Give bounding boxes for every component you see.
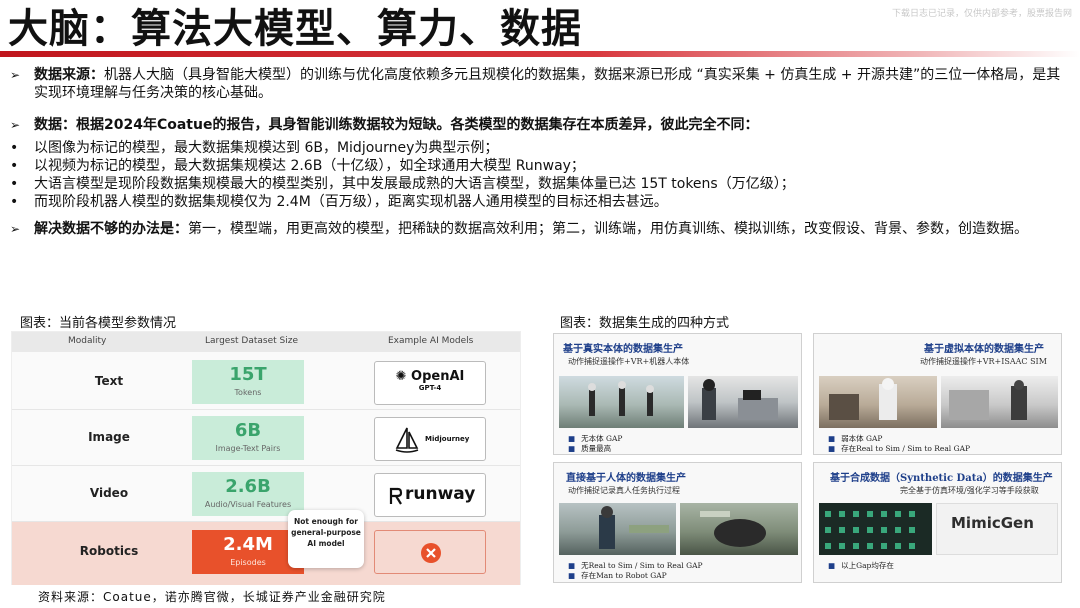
- paragraph-solution: ➢ 解决数据不够的办法是：第一，模型端，用更高效的模型，把稀缺的数据高效利用；第…: [8, 220, 1072, 238]
- robot-teleop-photo: [559, 376, 684, 428]
- callout-bubble: Not enough for general-purpose AI model: [288, 510, 364, 568]
- panel-note-text: 无Real to Sim / Sim to Real GAP: [581, 561, 703, 570]
- hand-capture-photo: [680, 503, 798, 555]
- model-logo-box: runway: [374, 473, 486, 517]
- dot-bullet-icon: •: [10, 140, 19, 156]
- panel-subtitle: 完全基于仿真环境/强化学习等手段获取: [900, 486, 1039, 495]
- table-header: Modality Largest Dataset Size Example AI…: [12, 332, 520, 352]
- figure-caption-right: 图表：数据集生成的四种方式: [560, 316, 730, 331]
- column-header: Modality: [68, 336, 107, 346]
- panel-subtitle: 动作捕捉记录真人任务执行过程: [568, 486, 680, 495]
- method-panel: 基于真实本体的数据集生产 动作捕捉遥操作+VR+机器人本体 ■ 无本体 GAP ■…: [553, 333, 802, 455]
- dataset-size-unit: Tokens: [234, 388, 262, 397]
- dataset-size-value: 15T: [229, 364, 267, 385]
- table-row: Text 15T Tokens ✺ OpenAI GPT-4: [12, 354, 520, 410]
- dataset-size-box: 2.6B Audio/Visual Features: [192, 472, 304, 516]
- list-item: • 以图像为标记的模型，最大数据集规模达到 6B，Midjourney为典型示例；: [8, 139, 1072, 157]
- modality-label: Video: [89, 486, 129, 500]
- dot-bullet-icon: •: [10, 194, 19, 210]
- factory-worker-photo: [559, 503, 676, 555]
- body-text: ➢ 数据来源：机器人大脑（具身智能大模型）的训练与优化高度依赖多元且规模化的数据…: [8, 66, 1072, 238]
- list-item-text: 以视频为标记的模型，最大数据集规模达 2.6B（十亿级），如全球通用大模型 Ru…: [34, 158, 585, 174]
- figure-caption-left: 图表：当前各模型参数情况: [20, 316, 177, 331]
- dataset-size-unit: Image-Text Pairs: [215, 444, 281, 453]
- method-panel: 基于合成数据（Synthetic Data）的数据集生产 完全基于仿真环境/强化…: [813, 462, 1062, 583]
- column-header: Largest Dataset Size: [205, 336, 298, 346]
- sailboat-icon: [395, 427, 419, 453]
- dot-bullet-icon: •: [10, 158, 19, 174]
- model-subtitle: GPT-4: [418, 384, 442, 392]
- virtual-robot-kitchen-photo: [819, 376, 937, 428]
- panel-note: ■ 质量最高: [568, 444, 612, 453]
- synthetic-sim-grid-photo: [819, 503, 932, 555]
- column-header: Example AI Models: [388, 336, 474, 346]
- panel-note-text: 存在Man to Robot GAP: [581, 571, 667, 580]
- panel-title: 基于合成数据（Synthetic Data）的数据集生产: [830, 473, 1053, 484]
- panel-subtitle: 动作捕捉遥操作+VR+ISAAC SIM: [920, 357, 1047, 366]
- runway-logo-icon: [389, 487, 403, 505]
- dataset-size-box: 6B Image-Text Pairs: [192, 416, 304, 460]
- panel-note: ■ 存在Man to Robot GAP: [568, 571, 667, 580]
- dataset-size-value: 6B: [234, 420, 262, 441]
- list-item: • 以视频为标记的模型，最大数据集规模达 2.6B（十亿级），如全球通用大模型 R…: [8, 157, 1072, 175]
- table-row: Robotics 2.4M Episodes: [12, 522, 520, 585]
- panel-note-text: 弱本体 GAP: [841, 434, 883, 443]
- model-logo-box: ✺ OpenAI GPT-4: [374, 361, 486, 405]
- method-panel: 直接基于人体的数据集生产 动作捕捉记录真人任务执行过程 ■ 无Real to Si…: [553, 462, 802, 583]
- paragraph-text: 第一，模型端，用更高效的模型，把稀缺的数据高效利用；第二，训练端，用仿真训练、模…: [188, 221, 1028, 237]
- paragraph-text: 机器人大脑（具身智能大模型）的训练与优化高度依赖多元且规模化的数据集，数据来源已…: [34, 67, 1061, 101]
- mimicgen-logo-image: MimicGen: [936, 503, 1058, 555]
- watermark: 下载日志已记录，仅供内部参考，股票报告网: [891, 9, 1072, 19]
- panel-note: ■ 存在Real to Sim / Sim to Real GAP: [828, 444, 971, 453]
- modality-label: Robotics: [79, 544, 139, 558]
- list-item: • 而现阶段机器人模型的数据集规模仅为 2.4M（百万级），距离实现机器人通用模型…: [8, 193, 1072, 211]
- panel-title: 基于虚拟本体的数据集生产: [924, 344, 1044, 355]
- paragraph-data-source: ➢ 数据来源：机器人大脑（具身智能大模型）的训练与优化高度依赖多元且规模化的数据…: [8, 66, 1072, 102]
- panel-note-text: 存在Real to Sim / Sim to Real GAP: [841, 444, 971, 453]
- panel-subtitle: 动作捕捉遥操作+VR+机器人本体: [568, 357, 690, 366]
- list-item-text: 大语言模型是现阶段数据集规模最大的模型类别，其中发展最成熟的大语言模型，数据集体…: [34, 176, 795, 192]
- mimicgen-logo-text: MimicGen: [951, 514, 1034, 532]
- dataset-size-box: 15T Tokens: [192, 360, 304, 404]
- dataset-size-unit: Audio/Visual Features: [204, 500, 292, 509]
- list-item: • 大语言模型是现阶段数据集规模最大的模型类别，其中发展最成熟的大语言模型，数据集…: [8, 175, 1072, 193]
- source-note: 资料来源：Coatue，诺亦腾官微，长城证券产业金融研究院: [38, 590, 386, 604]
- arrow-bullet-icon: ➢: [10, 222, 21, 236]
- dataset-size-value: 2.6B: [225, 476, 271, 497]
- modality-label: Text: [94, 374, 124, 388]
- model-name: Midjourney: [425, 435, 470, 443]
- panel-note: ■ 以上Gap均存在: [828, 561, 894, 570]
- sim-robot-kitchen-photo: [941, 376, 1058, 428]
- table-row: Video 2.6B Audio/Visual Features runway: [12, 466, 520, 522]
- arrow-bullet-icon: ➢: [10, 118, 21, 132]
- dot-bullet-icon: •: [10, 176, 19, 192]
- model-name: runway: [405, 484, 476, 504]
- list-item-text: 而现阶段机器人模型的数据集规模仅为 2.4M（百万级），距离实现机器人通用模型的…: [34, 194, 668, 210]
- bullet-list: • 以图像为标记的模型，最大数据集规模达到 6B，Midjourney为典型示例；…: [8, 139, 1072, 211]
- panel-note-text: 质量最高: [581, 444, 612, 453]
- paragraph-text: 数据：根据2024年Coatue的报告，具身智能训练数据较为短缺。各类模型的数据…: [34, 117, 759, 133]
- openai-logo: ✺ OpenAI: [395, 369, 465, 384]
- arrow-bullet-icon: ➢: [10, 68, 21, 82]
- panel-note-text: 以上Gap均存在: [841, 561, 894, 570]
- paragraph-data-shortage: ➢ 数据：根据2024年Coatue的报告，具身智能训练数据较为短缺。各类模型的…: [8, 116, 1072, 134]
- paragraph-label: 解决数据不够的办法是：: [34, 221, 188, 237]
- close-icon: [421, 543, 441, 563]
- panel-note-text: 无本体 GAP: [581, 434, 623, 443]
- model-logo-box: Midjourney: [374, 417, 486, 461]
- page-title: 大脑：算法大模型、算力、数据: [8, 6, 582, 52]
- list-item-text: 以图像为标记的模型，最大数据集规模达到 6B，Midjourney为典型示例；: [34, 140, 499, 156]
- paragraph-label: 数据来源：: [34, 67, 104, 83]
- dataset-size-table: Modality Largest Dataset Size Example AI…: [11, 331, 521, 585]
- title-rule: [0, 51, 1080, 57]
- table-row: Image 6B Image-Text Pairs Midjourney: [12, 410, 520, 466]
- vr-operator-photo: [688, 376, 798, 428]
- method-panel: 基于虚拟本体的数据集生产 动作捕捉遥操作+VR+ISAAC SIM ■ 弱本体 G…: [813, 333, 1062, 455]
- panel-title: 基于真实本体的数据集生产: [563, 344, 683, 355]
- panel-title: 直接基于人体的数据集生产: [566, 473, 686, 484]
- modality-label: Image: [88, 430, 130, 444]
- model-logo-box: [374, 530, 486, 574]
- model-name: OpenAI: [411, 369, 465, 384]
